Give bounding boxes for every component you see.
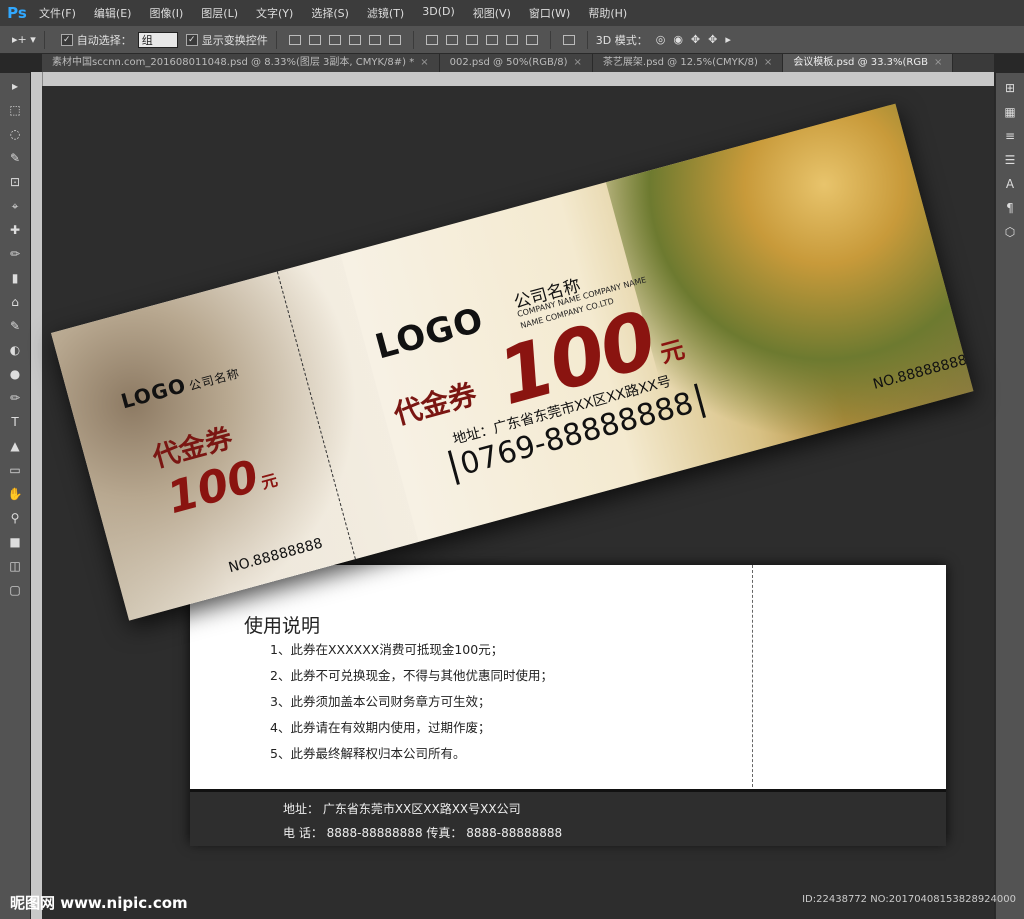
tab-label: 素材中国sccnn.com_20160801104​8.psd @ 8.33%(… bbox=[52, 57, 415, 68]
close-icon[interactable]: × bbox=[764, 57, 772, 68]
tool-icon[interactable]: ■ bbox=[4, 531, 26, 553]
tool-icon[interactable]: ▸ bbox=[4, 75, 26, 97]
document-tabs: 素材中国sccnn.com_20160801104​8.psd @ 8.33%(… bbox=[42, 54, 994, 73]
panel-icon[interactable]: ⊞ bbox=[1001, 79, 1019, 97]
tool-icon[interactable]: ▲ bbox=[4, 435, 26, 457]
menu-item[interactable]: 选择(S) bbox=[302, 5, 358, 21]
panel-dock: ⊞ ▦ ≡ ☰ A ¶ ⬡ bbox=[995, 73, 1024, 919]
align-top-icon[interactable] bbox=[288, 34, 301, 45]
voucher-back: 使用说明 1、此券在XXXXXX消费可抵现金100元； 2、此券不可兑换现金，不… bbox=[190, 565, 946, 846]
document-tab[interactable]: 会议模板.psd @ 33.3%(RGB × bbox=[783, 54, 954, 72]
tool-icon[interactable]: ◌ bbox=[4, 123, 26, 145]
close-icon[interactable]: × bbox=[574, 57, 582, 68]
show-transform-label: 显示变换控件 bbox=[201, 33, 268, 47]
tool-icon[interactable]: ▭ bbox=[4, 459, 26, 481]
document-tab[interactable]: 素材中国sccnn.com_20160801104​8.psd @ 8.33%(… bbox=[42, 54, 440, 72]
document-tab[interactable]: 茶艺展架.psd @ 12.5%(CMYK/8) × bbox=[592, 54, 784, 72]
document-tab[interactable]: 002.psd @ 50%(RGB/8) × bbox=[439, 54, 593, 72]
distribute-bottom-icon[interactable] bbox=[465, 34, 478, 45]
tool-icon[interactable]: ◐ bbox=[4, 339, 26, 361]
distribute-right-icon[interactable] bbox=[525, 34, 538, 45]
panel-icon[interactable]: ≡ bbox=[1001, 127, 1019, 145]
menu-item[interactable]: 帮助(H) bbox=[579, 5, 636, 21]
options-bar: ▸+ ▾ ✓ 自动选择： 组 ✓ 显示变换控件 3D 模式： ◎◉✥✥▸ bbox=[0, 26, 1024, 54]
tool-icon[interactable]: ✋ bbox=[4, 483, 26, 505]
panel-icon[interactable]: ⬡ bbox=[1001, 223, 1019, 241]
tool-icon[interactable]: ⊡ bbox=[4, 171, 26, 193]
align-left-icon[interactable] bbox=[348, 34, 361, 45]
tool-icon[interactable]: ✏ bbox=[4, 243, 26, 265]
back-footer: 地址： 广东省东莞市XX区XX路XX号XX公司 电 话： 8888-888888… bbox=[190, 789, 946, 846]
menu-item[interactable]: 编辑(E) bbox=[85, 5, 141, 21]
distribute-top-icon[interactable] bbox=[425, 34, 438, 45]
close-icon[interactable]: × bbox=[934, 57, 942, 68]
align-middle-icon[interactable] bbox=[308, 34, 321, 45]
distribute-left-icon[interactable] bbox=[485, 34, 498, 45]
auto-select-label: 自动选择： bbox=[76, 33, 132, 47]
tool-icon[interactable]: ▢ bbox=[4, 579, 26, 601]
tool-icon[interactable]: ✎ bbox=[4, 147, 26, 169]
horizontal-ruler bbox=[42, 72, 994, 87]
tool-icon[interactable]: ⌖ bbox=[4, 195, 26, 217]
move-tool-icon[interactable]: ▸+ ▾ bbox=[12, 33, 36, 46]
panel-icon[interactable]: A bbox=[1001, 175, 1019, 193]
tools-panel: ▸ ⬚ ◌ ✎ ⊡ ⌖ ✚ ✏ ▮ ⌂ ✎ ◐ ● ✏ T ▲ ▭ ✋ ⚲ ■ ◫ ▢ bbox=[0, 73, 31, 919]
photoshop-logo: Ps bbox=[7, 4, 27, 22]
align-bottom-icon[interactable] bbox=[328, 34, 341, 45]
tab-label: 002.psd @ 50%(RGB/8) bbox=[449, 57, 568, 68]
menu-item[interactable]: 窗口(W) bbox=[520, 5, 579, 21]
perforation-line bbox=[752, 565, 753, 787]
rule-item: 3、此券须加盖本公司财务章方可生效； bbox=[270, 694, 491, 709]
footer-address: 地址： 广东省东莞市XX区XX路XX号XX公司 bbox=[283, 802, 521, 816]
divider bbox=[412, 30, 414, 49]
auto-select-checkbox[interactable]: ✓ bbox=[60, 33, 73, 46]
auto-align-icon[interactable] bbox=[562, 34, 575, 45]
image-id: ID:22438772 NO:20170408153828924000 bbox=[802, 894, 1016, 905]
tool-icon[interactable]: ⬚ bbox=[4, 99, 26, 121]
tool-icon[interactable]: ◫ bbox=[4, 555, 26, 577]
show-transform-checkbox[interactable]: ✓ bbox=[185, 33, 198, 46]
divider bbox=[549, 30, 551, 49]
close-icon[interactable]: × bbox=[420, 57, 428, 68]
site-watermark: 昵图网 www.nipic.com bbox=[10, 894, 188, 912]
tool-icon[interactable]: ● bbox=[4, 363, 26, 385]
tool-icon[interactable]: ⌂ bbox=[4, 291, 26, 313]
align-center-icon[interactable] bbox=[368, 34, 381, 45]
menu-item[interactable]: 图像(I) bbox=[140, 5, 192, 21]
menu-item[interactable]: 文字(Y) bbox=[247, 5, 302, 21]
align-right-icon[interactable] bbox=[388, 34, 401, 45]
menu-item[interactable]: 3D(D) bbox=[413, 5, 464, 21]
divider bbox=[586, 30, 588, 49]
menu-item[interactable]: 文件(F) bbox=[30, 5, 85, 21]
tool-icon[interactable]: ⚲ bbox=[4, 507, 26, 529]
rule-item: 1、此券在XXXXXX消费可抵现金100元； bbox=[270, 642, 504, 657]
menu-item[interactable]: 滤镜(T) bbox=[358, 5, 413, 21]
distribute-center-icon[interactable] bbox=[505, 34, 518, 45]
distribute-middle-icon[interactable] bbox=[445, 34, 458, 45]
menu-item[interactable]: 图层(L) bbox=[192, 5, 247, 21]
panel-icon[interactable]: ☰ bbox=[1001, 151, 1019, 169]
tool-icon[interactable]: ✎ bbox=[4, 315, 26, 337]
rule-item: 5、此券最终解释权归本公司所有。 bbox=[270, 746, 466, 761]
tab-label: 会议模板.psd @ 33.3%(RGB bbox=[793, 57, 928, 68]
tool-icon[interactable]: T bbox=[4, 411, 26, 433]
divider bbox=[43, 30, 45, 49]
main-logo: LOGO bbox=[371, 300, 488, 368]
rule-item: 2、此券不可兑换现金，不得与其他优惠同时使用； bbox=[270, 668, 553, 683]
tool-icon[interactable]: ▮ bbox=[4, 267, 26, 289]
tool-icon[interactable]: ✏ bbox=[4, 387, 26, 409]
instructions-title: 使用说明 bbox=[244, 615, 321, 637]
panel-icon[interactable]: ▦ bbox=[1001, 103, 1019, 121]
3d-tools-icon[interactable]: ◎◉✥✥▸ bbox=[656, 33, 739, 46]
menu-item[interactable]: 视图(V) bbox=[464, 5, 520, 21]
footer-phone: 电 话： 8888-88888888 传真： 8888-88888888 bbox=[283, 826, 563, 840]
menu-bar: Ps 文件(F) 编辑(E) 图像(I) 图层(L) 文字(Y) 选择(S) 滤镜(T) 3D… bbox=[0, 0, 1024, 27]
3d-mode-label: 3D 模式： bbox=[595, 33, 648, 47]
tab-label: 茶艺展架.psd @ 12.5%(CMYK/8) bbox=[602, 57, 758, 68]
divider bbox=[275, 30, 277, 49]
auto-select-dropdown[interactable]: 组 bbox=[137, 31, 178, 48]
tool-icon[interactable]: ✚ bbox=[4, 219, 26, 241]
rule-item: 4、此券请在有效期内使用，过期作废； bbox=[270, 720, 491, 735]
panel-icon[interactable]: ¶ bbox=[1001, 199, 1019, 217]
